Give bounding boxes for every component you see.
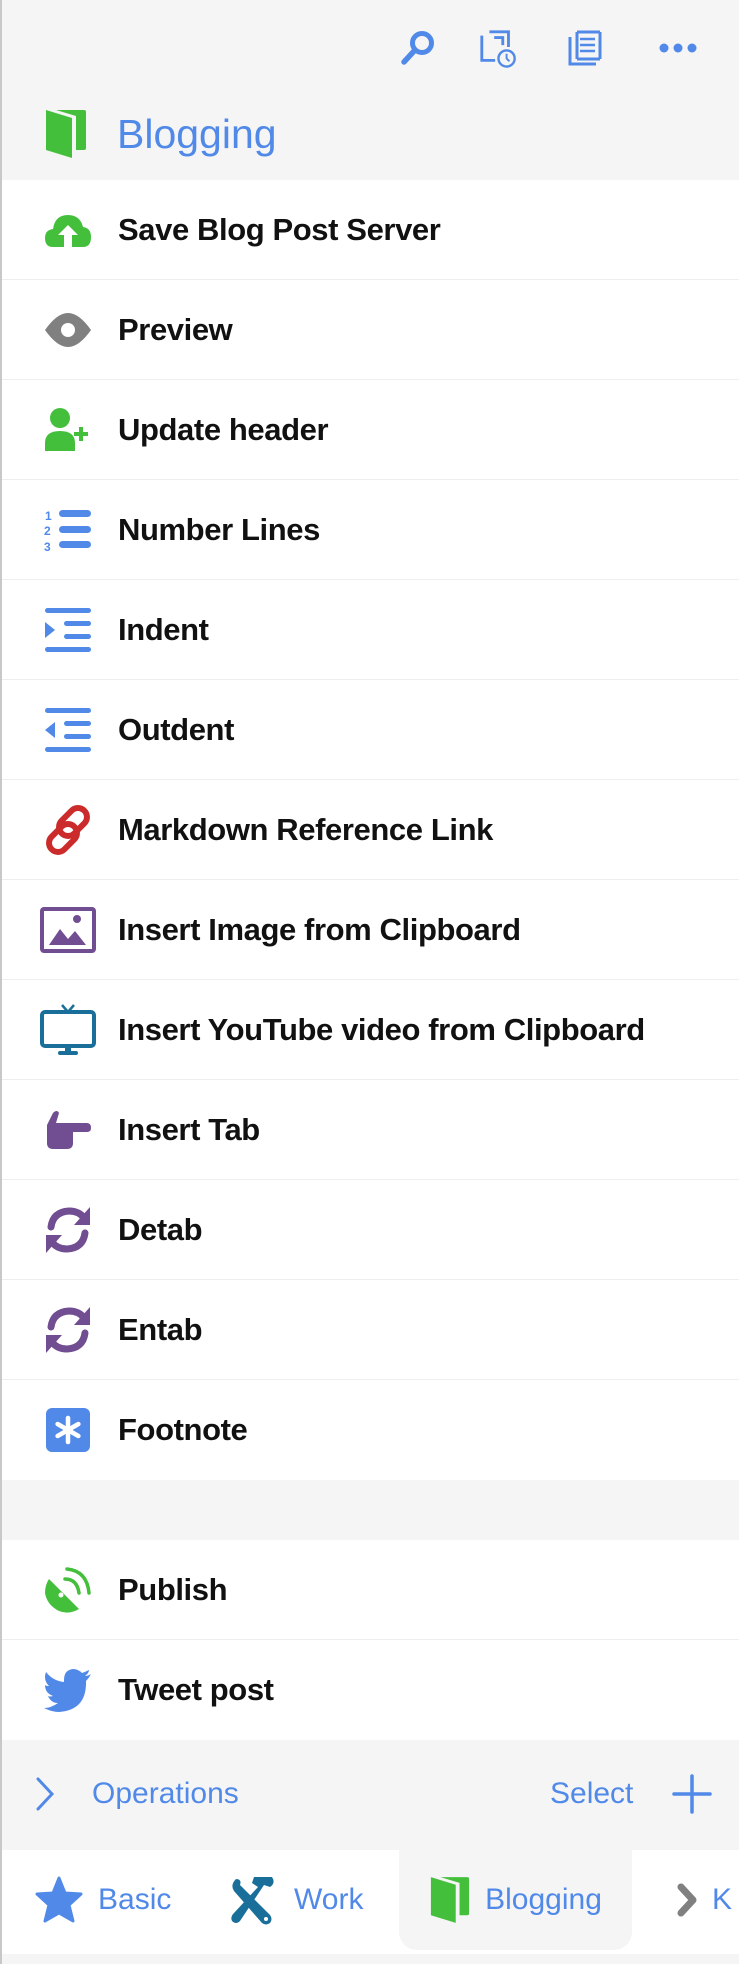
tv-icon <box>40 1004 96 1055</box>
action-label: Outdent <box>118 712 235 747</box>
plus-icon[interactable] <box>672 1774 712 1814</box>
tab-work[interactable]: Work <box>226 1850 363 1950</box>
cloud-upload-icon <box>45 215 91 247</box>
action-number-lines[interactable]: 1 2 3 Number Lines <box>0 480 739 580</box>
more-icon <box>659 43 697 53</box>
action-label: Indent <box>118 612 209 647</box>
history-icon <box>480 30 516 68</box>
action-label: Save Blog Post Server <box>118 212 441 247</box>
book-icon <box>46 110 86 158</box>
action-label: Footnote <box>118 1412 248 1447</box>
svg-text:1: 1 <box>45 509 52 523</box>
search-button[interactable] <box>398 28 438 68</box>
action-preview[interactable]: Preview <box>0 280 739 380</box>
action-label: Entab <box>118 1312 203 1347</box>
action-label: Preview <box>118 312 233 347</box>
book-icon <box>431 1877 470 1923</box>
action-label: Tweet post <box>118 1672 274 1707</box>
action-insert-image-from-clipboard[interactable]: Insert Image from Clipboard <box>0 880 739 980</box>
tab-blogging[interactable]: Blogging <box>399 1850 632 1950</box>
chevron-right-icon[interactable] <box>34 1776 56 1812</box>
operations-bar: Operations Select <box>0 1740 739 1850</box>
page-title: Blogging <box>117 111 277 157</box>
tools-icon <box>231 1877 274 1925</box>
bottom-strip <box>0 1954 739 1964</box>
document-icon <box>568 30 602 66</box>
more-button[interactable] <box>658 28 698 68</box>
tab-label: Work <box>294 1883 364 1916</box>
action-list-secondary: Publish Tweet post <box>0 1540 739 1740</box>
action-label: Number Lines <box>118 512 320 547</box>
tab-more[interactable]: K <box>676 1850 732 1950</box>
satellite-dish-icon <box>45 1567 91 1613</box>
outdent-icon <box>45 708 91 752</box>
action-entab[interactable]: Entab <box>0 1280 739 1380</box>
document-button[interactable] <box>566 28 606 68</box>
star-icon <box>35 1876 83 1923</box>
svg-text:3: 3 <box>44 540 51 553</box>
link-icon <box>46 805 90 855</box>
tab-basic[interactable]: Basic <box>34 1850 171 1950</box>
hand-pointing-icon <box>47 1111 91 1149</box>
user-plus-icon <box>45 408 88 451</box>
action-publish[interactable]: Publish <box>0 1540 739 1640</box>
indent-icon <box>45 608 91 652</box>
refresh-icon <box>46 1207 90 1253</box>
svg-text:2: 2 <box>44 524 51 538</box>
action-footnote[interactable]: Footnote <box>0 1380 739 1480</box>
action-insert-youtube-video-from-clipboard[interactable]: Insert YouTube video from Clipboard <box>0 980 739 1080</box>
action-label: Update header <box>118 412 329 447</box>
action-label: Insert YouTube video from Clipboard <box>118 1012 645 1047</box>
action-list: Save Blog Post Server Preview Update hea… <box>0 180 739 1480</box>
group-title: Blogging <box>0 100 739 172</box>
twitter-icon <box>44 1669 91 1712</box>
tab-label: K <box>712 1883 733 1916</box>
action-label: Insert Image from Clipboard <box>118 912 521 947</box>
action-label: Markdown Reference Link <box>118 812 493 847</box>
image-icon <box>40 907 96 953</box>
select-button[interactable]: Select <box>550 1774 633 1814</box>
history-button[interactable] <box>478 28 518 68</box>
header: Blogging <box>0 0 739 180</box>
left-border <box>0 0 2 1964</box>
tab-bar: Basic Work Blogging K <box>0 1850 739 1954</box>
asterisk-icon <box>46 1408 90 1452</box>
chevron-right-icon <box>677 1883 697 1917</box>
numbered-list-icon: 1 2 3 <box>44 509 91 553</box>
action-label: Publish <box>118 1572 228 1607</box>
action-markdown-reference-link[interactable]: Markdown Reference Link <box>0 780 739 880</box>
action-tweet-post[interactable]: Tweet post <box>0 1640 739 1740</box>
action-indent[interactable]: Indent <box>0 580 739 680</box>
action-label: Detab <box>118 1212 203 1247</box>
action-save-blog-post-server[interactable]: Save Blog Post Server <box>0 180 739 280</box>
refresh-icon <box>46 1307 90 1353</box>
operations-toggle[interactable]: Operations <box>92 1774 239 1814</box>
action-label: Insert Tab <box>118 1112 260 1147</box>
action-insert-tab[interactable]: Insert Tab <box>0 1080 739 1180</box>
tab-label: Basic <box>98 1883 172 1916</box>
search-icon <box>401 31 434 65</box>
tab-label: Blogging <box>485 1883 602 1916</box>
action-outdent[interactable]: Outdent <box>0 680 739 780</box>
eye-icon <box>45 313 91 347</box>
action-update-header[interactable]: Update header <box>0 380 739 480</box>
action-detab[interactable]: Detab <box>0 1180 739 1280</box>
